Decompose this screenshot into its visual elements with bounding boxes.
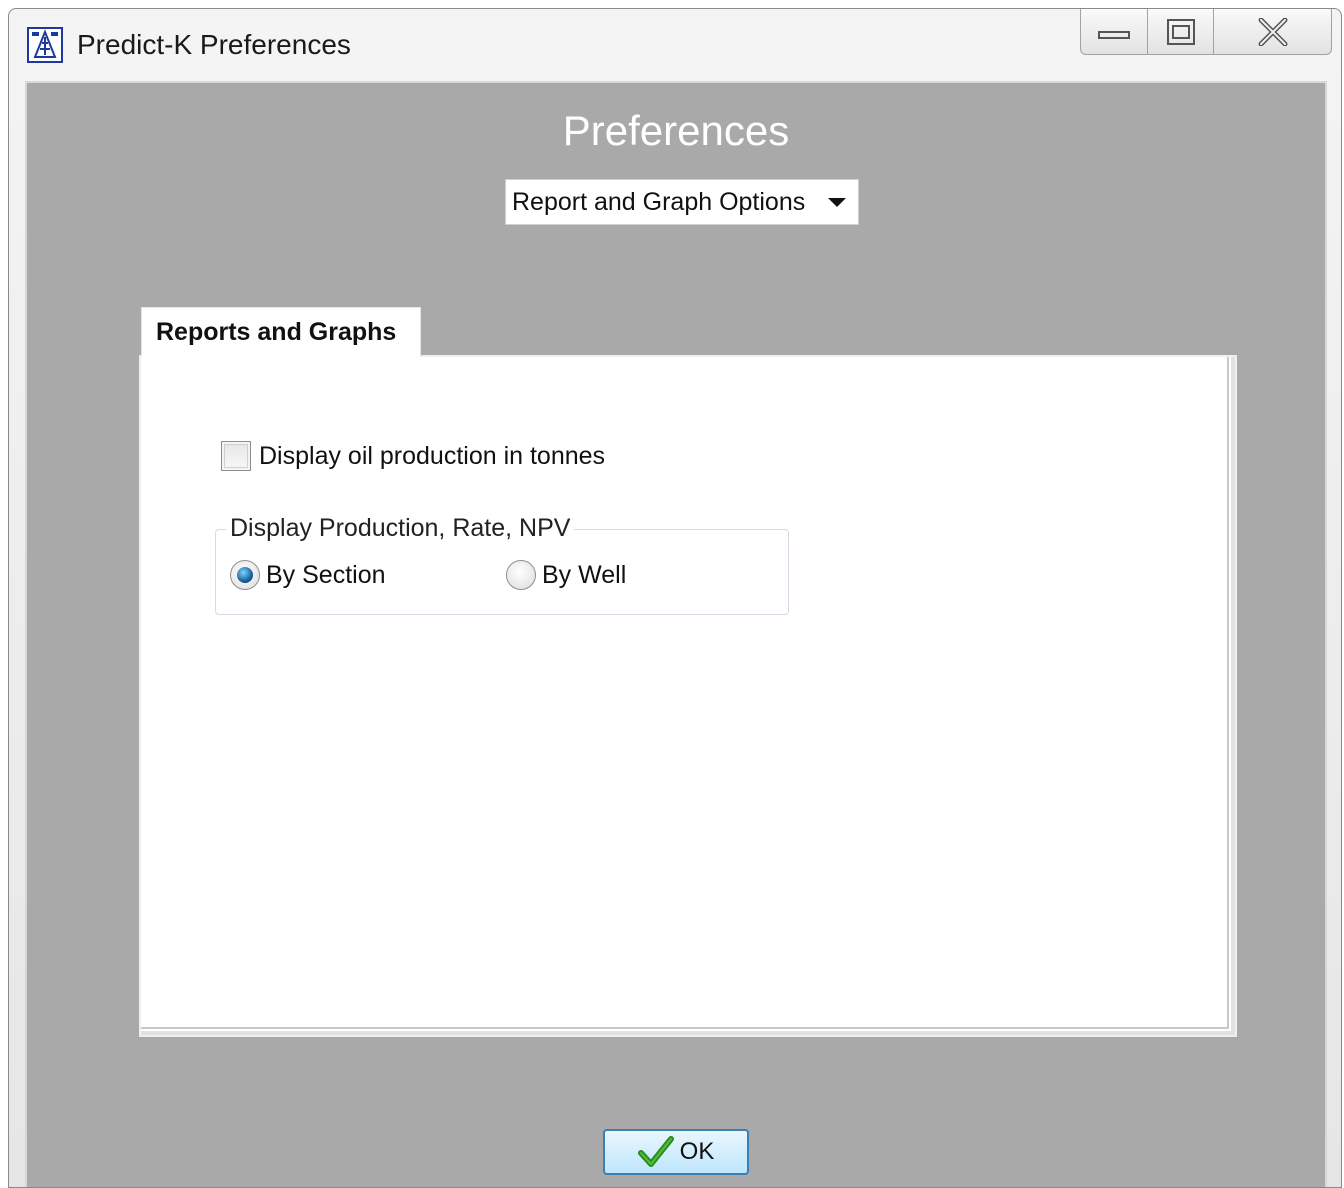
category-dropdown[interactable]: Report and Graph Options xyxy=(505,179,859,225)
ok-button[interactable]: OK xyxy=(603,1129,749,1175)
tab-label: Reports and Graphs xyxy=(156,318,397,346)
display-mode-group: Display Production, Rate, NPV By Section… xyxy=(215,512,789,615)
checkmark-icon xyxy=(637,1136,674,1167)
maximize-button[interactable] xyxy=(1148,9,1214,55)
by-section-radio[interactable] xyxy=(230,560,260,590)
by-section-option[interactable]: By Section xyxy=(230,560,386,590)
tonnes-checkbox-label[interactable]: Display oil production in tonnes xyxy=(259,442,605,471)
tab-panel: Display oil production in tonnes Display… xyxy=(139,355,1237,1037)
category-dropdown-value: Report and Graph Options xyxy=(512,187,806,216)
by-section-label[interactable]: By Section xyxy=(266,561,386,590)
by-well-radio[interactable] xyxy=(506,560,536,590)
minimize-button[interactable] xyxy=(1080,9,1148,55)
dialog-client-area: Preferences Report and Graph Options Rep… xyxy=(25,81,1327,1187)
title-bar[interactable]: Predict-K Preferences xyxy=(9,9,1341,81)
close-button[interactable] xyxy=(1214,9,1332,55)
page-title: Preferences xyxy=(562,107,790,154)
caption-buttons xyxy=(1080,9,1332,57)
tonnes-option-row: Display oil production in tonnes xyxy=(221,441,605,471)
maximize-icon xyxy=(1166,18,1195,45)
preferences-window: Predict-K Preferences Preferences Report… xyxy=(8,8,1342,1188)
window-title: Predict-K Preferences xyxy=(77,29,351,60)
by-well-label[interactable]: By Well xyxy=(542,561,626,590)
display-mode-group-legend: Display Production, Rate, NPV xyxy=(226,512,575,544)
close-icon xyxy=(1258,17,1287,46)
tonnes-checkbox[interactable] xyxy=(221,441,251,471)
minimize-icon xyxy=(1098,30,1130,39)
by-well-option[interactable]: By Well xyxy=(506,560,626,590)
ok-button-label: OK xyxy=(679,1138,715,1165)
chevron-down-icon xyxy=(828,198,846,207)
tab-reports-and-graphs[interactable]: Reports and Graphs xyxy=(141,307,421,357)
app-logo-icon xyxy=(27,27,63,63)
